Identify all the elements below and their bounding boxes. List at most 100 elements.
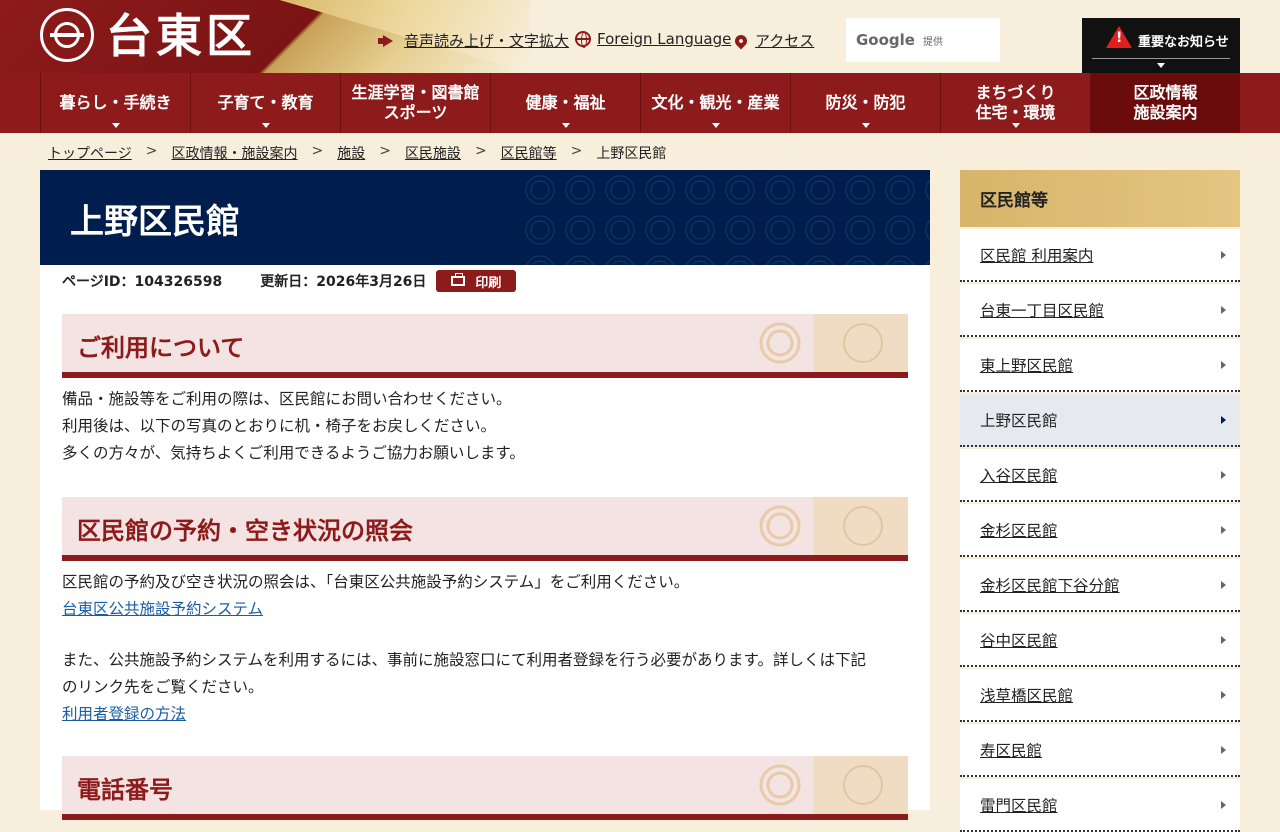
nav-label: 暮らし・手続き	[59, 93, 172, 112]
search-provided-by: 提供	[922, 36, 943, 48]
breadcrumb-separator: >	[379, 143, 391, 159]
chevron-down-icon	[712, 123, 720, 128]
chevron-right-icon	[1221, 416, 1226, 424]
sidebar-item[interactable]: 金杉区民館下谷分館	[960, 559, 1240, 612]
google-brand: Google	[856, 31, 915, 49]
chevron-right-icon	[1221, 746, 1226, 754]
section-body-usage: 備品・施設等をご利用の際は、区民館にお問い合わせください。 利用後は、以下の写真…	[62, 386, 525, 467]
nav-label: 子育て・教育	[217, 93, 314, 112]
site-logo[interactable]: 台東区	[106, 6, 256, 66]
crest-decoration	[758, 497, 908, 555]
breadcrumb-link[interactable]: トップページ	[48, 143, 132, 163]
chevron-down-icon	[112, 123, 120, 128]
foreign-language-label[interactable]: Foreign Language	[597, 30, 731, 48]
section-heading-usage: ご利用について	[62, 314, 908, 378]
text-line: 備品・施設等をご利用の際は、区民館にお問い合わせください。	[62, 390, 512, 408]
sidebar-item[interactable]: 区民館 利用案内	[960, 229, 1240, 282]
nav-label: 区政情報	[1133, 83, 1198, 102]
nav-item-culture[interactable]: 文化・観光・産業	[640, 73, 790, 133]
nav-label: まちづくり	[975, 83, 1056, 102]
chevron-right-icon	[1221, 306, 1226, 314]
chevron-right-icon	[1221, 526, 1226, 534]
important-notice-button[interactable]: 重要なお知らせ	[1082, 18, 1240, 73]
sidebar-item[interactable]: 雷門区民館	[960, 779, 1240, 832]
sidebar-item[interactable]: 浅草橋区民館	[960, 669, 1240, 722]
text-line: のリンク先をご覧ください。	[62, 678, 264, 696]
nav-label: 防災・防犯	[825, 93, 906, 112]
sidebar-item[interactable]: 東上野区民館	[960, 339, 1240, 392]
access-link[interactable]: アクセス	[732, 30, 814, 51]
chevron-right-icon	[1221, 801, 1226, 809]
print-label: 印刷	[475, 275, 502, 291]
site-header: 台東区 音声読み上げ・文字拡大 Foreign Language アクセス Go…	[0, 0, 1280, 73]
voice-link[interactable]: 音声読み上げ・文字拡大	[378, 30, 569, 51]
search-input[interactable]: Google 提供	[846, 18, 1000, 62]
breadcrumb: トップページ > 区政情報・施設案内 > 施設 > 区民施設 > 区民館等 > …	[48, 143, 666, 163]
section-heading-reservation: 区民館の予約・空き状況の照会	[62, 497, 908, 561]
breadcrumb-separator: >	[311, 143, 324, 159]
sidebar-heading: 区民館等	[960, 170, 1240, 227]
global-nav: 暮らし・手続き 子育て・教育 生涯学習・図書館 スポーツ 健康・福祉 文化・観光…	[40, 73, 1240, 133]
page-title-bar: 上野区民館	[40, 170, 930, 265]
sidebar-item-current[interactable]: 上野区民館	[960, 394, 1240, 447]
page-title: 上野区民館	[70, 202, 240, 242]
sidebar: 区民館等 区民館 利用案内 台東一丁目区民館 東上野区民館 上野区民館 入谷区民…	[960, 170, 1240, 832]
printer-icon	[451, 273, 466, 286]
nav-item-town-planning[interactable]: まちづくり 住宅・環境	[940, 73, 1090, 133]
sidebar-item[interactable]: 入谷区民館	[960, 449, 1240, 502]
notice-divider	[1092, 58, 1230, 59]
chevron-right-icon	[1221, 691, 1226, 699]
page-meta: ページID：104326598 更新日：2026年3月26日 印刷	[62, 270, 517, 292]
breadcrumb-link[interactable]: 区民施設	[405, 143, 461, 163]
sidebar-item-label: 金杉区民館	[980, 521, 1058, 540]
chevron-down-icon	[262, 123, 270, 128]
nav-item-disaster[interactable]: 防災・防犯	[790, 73, 940, 133]
nav-label: 文化・観光・産業	[651, 93, 780, 112]
access-link-label[interactable]: アクセス	[755, 30, 814, 51]
text-line: 利用後は、以下の写真のとおりに机・椅子をお戻しください。	[62, 417, 497, 435]
voice-link-label[interactable]: 音声読み上げ・文字拡大	[404, 30, 569, 51]
sidebar-item[interactable]: 金杉区民館	[960, 504, 1240, 557]
chevron-down-icon	[862, 123, 870, 128]
sidebar-item-label: 東上野区民館	[980, 356, 1074, 375]
sidebar-item-label: 金杉区民館下谷分館	[980, 576, 1120, 595]
breadcrumb-separator: >	[145, 143, 158, 159]
nav-label-line2: 住宅・環境	[975, 103, 1056, 122]
crest-decoration	[758, 756, 908, 814]
breadcrumb-separator: >	[474, 143, 487, 159]
speaker-icon	[378, 34, 398, 47]
breadcrumb-link[interactable]: 区政情報・施設案内	[171, 143, 297, 163]
sidebar-item-label: 谷中区民館	[980, 631, 1058, 650]
globe-icon	[575, 31, 591, 48]
breadcrumb-separator: >	[570, 143, 583, 159]
sidebar-item-label: 台東一丁目区民館	[980, 301, 1105, 320]
nav-item-lifelong-learning[interactable]: 生涯学習・図書館 スポーツ	[340, 73, 490, 133]
nav-item-health[interactable]: 健康・福祉	[490, 73, 640, 133]
text-line: 区民館の予約及び空き状況の照会は、「台東区公共施設予約システム」をご利用ください…	[62, 573, 690, 591]
print-button[interactable]: 印刷	[436, 270, 517, 292]
sidebar-item[interactable]: 寿区民館	[960, 724, 1240, 777]
sidebar-item-label: 区民館 利用案内	[980, 246, 1094, 265]
user-registration-link[interactable]: 利用者登録の方法	[62, 705, 186, 723]
breadcrumb-current: 上野区民館	[596, 146, 667, 162]
nav-item-government[interactable]: 区政情報 施設案内	[1090, 73, 1240, 133]
breadcrumb-link[interactable]: 施設	[337, 143, 365, 163]
nav-item-childcare[interactable]: 子育て・教育	[190, 73, 340, 133]
taito-emblem-icon[interactable]	[40, 8, 94, 62]
chevron-right-icon	[1221, 251, 1226, 259]
nav-label-line2: 施設案内	[1133, 103, 1198, 122]
nav-item-living[interactable]: 暮らし・手続き	[40, 73, 190, 133]
sidebar-item[interactable]: 台東一丁目区民館	[960, 284, 1240, 337]
text-line: 多くの方々が、気持ちよくご利用できるようご協力お願いします。	[62, 444, 525, 462]
sidebar-item[interactable]: 谷中区民館	[960, 614, 1240, 667]
reservation-system-link[interactable]: 台東区公共施設予約システム	[62, 600, 263, 618]
nav-label: 生涯学習・図書館	[351, 83, 480, 102]
crest-decoration	[758, 314, 908, 372]
chevron-down-icon	[1157, 63, 1165, 68]
sidebar-item-label: 浅草橋区民館	[980, 686, 1074, 705]
nav-label-line2: スポーツ	[383, 103, 448, 122]
breadcrumb-link[interactable]: 区民館等	[501, 143, 557, 163]
chevron-down-icon	[562, 123, 570, 128]
chevron-down-icon	[1012, 123, 1020, 128]
foreign-language-link[interactable]: Foreign Language	[575, 30, 731, 48]
